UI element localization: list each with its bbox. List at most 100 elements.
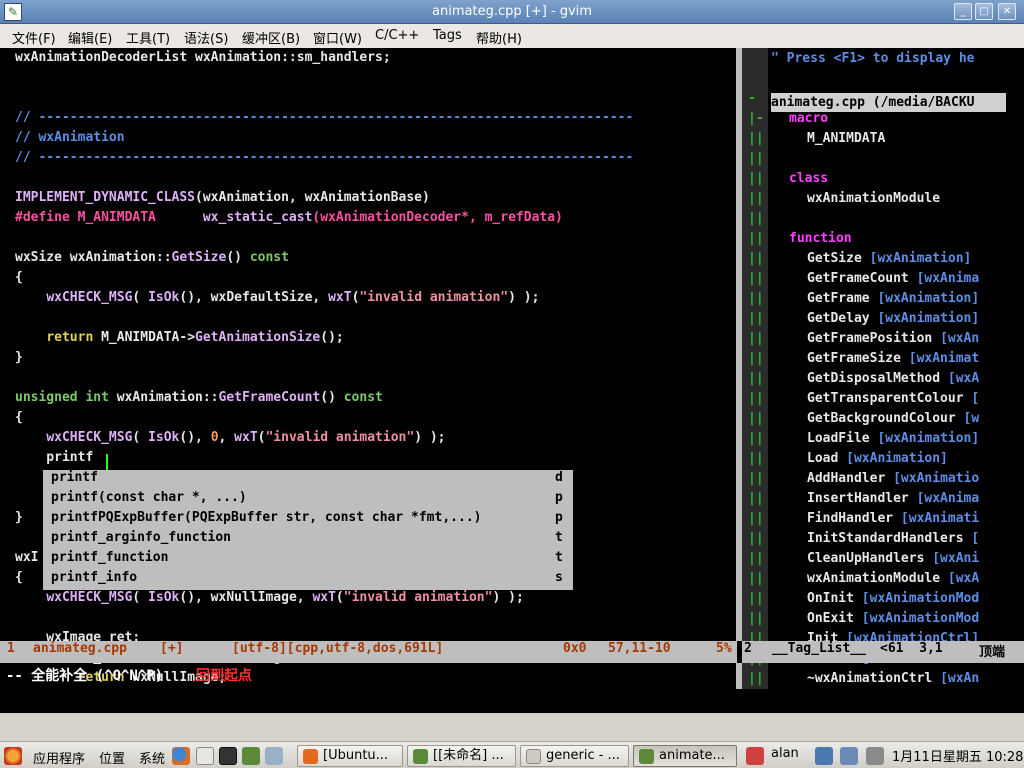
completion-item[interactable]: printf_function bbox=[51, 550, 168, 570]
code-line[interactable]: // -------------------------------------… bbox=[15, 150, 633, 170]
menu-tags[interactable]: Tags bbox=[433, 28, 462, 43]
menu-window[interactable]: 窗口(W) bbox=[313, 28, 362, 47]
fold-marker: || bbox=[748, 451, 764, 466]
taglist-item[interactable]: FindHandler [wxAnimati bbox=[807, 511, 979, 531]
code-token: ( bbox=[132, 430, 149, 445]
completion-item[interactable]: printf_info bbox=[51, 570, 137, 590]
taglist-item[interactable]: M_ANIMDATA bbox=[807, 131, 885, 151]
fold-marker: || bbox=[748, 371, 764, 386]
taglist-item[interactable]: OnInit [wxAnimationMod bbox=[807, 591, 979, 611]
taglist-item[interactable]: CleanUpHandlers [wxAni bbox=[807, 551, 979, 571]
taglist-item-scope: [wxAnimation] bbox=[877, 291, 980, 306]
taglist-item[interactable]: GetFrame [wxAnimation] bbox=[807, 291, 979, 311]
taglist-item[interactable]: wxAnimationModule [wxA bbox=[807, 571, 979, 591]
code-line[interactable]: wxCHECK_MSG( IsOk(), wxNullImage, wxT("i… bbox=[15, 590, 523, 610]
code-line[interactable]: } bbox=[15, 350, 23, 370]
code-line[interactable]: IMPLEMENT_DYNAMIC_CLASS(wxAnimation, wxA… bbox=[15, 190, 430, 210]
user-switcher-icon[interactable] bbox=[746, 747, 764, 765]
code-line[interactable]: // -------------------------------------… bbox=[15, 110, 633, 130]
menu-cpp[interactable]: C/C++ bbox=[375, 28, 419, 43]
command-line[interactable]: -- 全能补全 (^O^N^P) 回到起点 bbox=[0, 663, 1024, 685]
bottom-panel: 应用程序 位置 系统 [Ubuntu... [[未命名] ... generic… bbox=[0, 741, 1024, 768]
system-menu[interactable]: 系统 bbox=[139, 748, 165, 767]
code-line[interactable]: wxSize wxAnimation::GetSize() const bbox=[15, 250, 289, 270]
taglist-item[interactable]: OnExit [wxAnimationMod bbox=[807, 611, 979, 631]
scroll-percent: 5% bbox=[716, 641, 732, 656]
task-generic[interactable]: generic - ... bbox=[520, 745, 629, 767]
editor-area[interactable]: wxAnimationDecoderList wxAnimation::sm_h… bbox=[0, 48, 1024, 713]
applications-menu[interactable]: 应用程序 bbox=[33, 748, 85, 767]
app-launcher-icon[interactable] bbox=[265, 747, 283, 765]
terminal-icon[interactable] bbox=[219, 747, 237, 765]
taglist-item[interactable]: InsertHandler [wxAnima bbox=[807, 491, 979, 511]
mail-icon[interactable] bbox=[196, 747, 214, 765]
taglist-item[interactable]: AddHandler [wxAnimatio bbox=[807, 471, 979, 491]
taglist-item[interactable]: Load [wxAnimation] bbox=[807, 451, 948, 471]
taglist-item[interactable]: GetDelay [wxAnimation] bbox=[807, 311, 979, 331]
taglist-window-number: 2 bbox=[744, 641, 752, 656]
taglist-item[interactable]: GetBackgroundColour [w bbox=[807, 411, 979, 431]
task-ubuntu[interactable]: [Ubuntu... bbox=[297, 745, 403, 767]
menu-syntax[interactable]: 语法(S) bbox=[184, 28, 228, 47]
menu-file[interactable]: 文件(F) bbox=[12, 28, 56, 47]
taglist-item[interactable]: GetDisposalMethod [wxA bbox=[807, 371, 979, 391]
taglist-group-header[interactable]: function bbox=[789, 231, 852, 251]
menu-edit[interactable]: 编辑(E) bbox=[68, 28, 112, 47]
code-line[interactable]: { bbox=[15, 410, 23, 430]
completion-item[interactable]: printf bbox=[51, 470, 98, 490]
code-line[interactable]: } bbox=[15, 510, 23, 530]
code-token: () bbox=[320, 390, 344, 405]
close-button[interactable]: ✕ bbox=[998, 3, 1016, 20]
places-menu[interactable]: 位置 bbox=[99, 748, 125, 767]
task-untitled[interactable]: [[未命名] ... bbox=[407, 745, 516, 767]
ubuntu-logo-icon[interactable] bbox=[4, 747, 22, 765]
taglist-item-name: wxAnimationModule bbox=[807, 191, 941, 206]
firefox-icon[interactable] bbox=[172, 747, 190, 765]
taglist-item[interactable]: GetFramePosition [wxAn bbox=[807, 331, 979, 351]
menu-tools[interactable]: 工具(T) bbox=[126, 28, 170, 47]
completion-item[interactable]: printf(const char *, ...) bbox=[51, 490, 247, 510]
gvim-launcher-icon[interactable] bbox=[242, 747, 260, 765]
code-token: const bbox=[343, 390, 383, 405]
taglist-item[interactable]: GetSize [wxAnimation] bbox=[807, 251, 971, 271]
completion-item[interactable]: printf_arginfo_function bbox=[51, 530, 231, 550]
code-line[interactable]: return M_ANIMDATA->GetAnimationSize(); bbox=[15, 330, 343, 350]
code-line[interactable]: { bbox=[15, 270, 23, 290]
taglist-item[interactable]: InitStandardHandlers [ bbox=[807, 531, 979, 551]
completion-item[interactable]: printfPQExpBuffer(PQExpBuffer str, const… bbox=[51, 510, 481, 530]
taglist-group-header[interactable]: class bbox=[789, 171, 828, 191]
task-animate[interactable]: animate... bbox=[633, 745, 737, 767]
code-line[interactable]: wxI bbox=[15, 550, 38, 570]
code-token: // wxAnimation bbox=[15, 130, 125, 145]
clock[interactable]: 1月11日星期五 10:28 bbox=[892, 746, 1023, 765]
taglist-item[interactable]: LoadFile [wxAnimation] bbox=[807, 431, 979, 451]
minimize-button[interactable]: _ bbox=[954, 3, 972, 20]
network-icon[interactable] bbox=[815, 747, 833, 765]
taglist-item[interactable]: wxAnimationModule bbox=[807, 191, 940, 211]
code-line[interactable]: printf bbox=[15, 450, 93, 470]
code-line[interactable]: wxAnimationDecoderList wxAnimation::sm_h… bbox=[15, 50, 391, 70]
network-manager-icon[interactable] bbox=[840, 747, 858, 765]
code-line[interactable]: // wxAnimation bbox=[15, 130, 125, 150]
taglist-pane[interactable]: " Press <F1> to display he macro M_ANIMDA… bbox=[768, 48, 1024, 689]
code-line[interactable]: unsigned int wxAnimation::GetFrameCount(… bbox=[15, 390, 383, 410]
taglist-group-header[interactable]: macro bbox=[789, 111, 828, 131]
taglist-item[interactable]: GetTransparentColour [ bbox=[807, 391, 979, 411]
code-line[interactable]: #define M_ANIMDATA wx_static_cast(wxAnim… bbox=[15, 210, 563, 230]
completion-item-kind: s bbox=[555, 570, 563, 585]
menu-help[interactable]: 帮助(H) bbox=[476, 28, 522, 47]
status-separator bbox=[737, 641, 742, 663]
code-line[interactable]: { bbox=[15, 570, 23, 590]
code-line[interactable]: wxCHECK_MSG( IsOk(), 0, wxT("invalid ani… bbox=[15, 430, 445, 450]
taglist-item[interactable]: GetFrameCount [wxAnima bbox=[807, 271, 979, 291]
taglist-file-entry[interactable]: animateg.cpp (/media/BACKU bbox=[771, 93, 1006, 112]
completion-popup[interactable]: printf d printf(const char *, ...) p printfP… bbox=[43, 470, 573, 590]
code-line[interactable]: wxCHECK_MSG( IsOk(), wxDefaultSize, wxT(… bbox=[15, 290, 539, 310]
user-name[interactable]: alan bbox=[771, 746, 799, 761]
menu-buffers[interactable]: 缓冲区(B) bbox=[242, 28, 300, 47]
taglist-item[interactable]: GetFrameSize [wxAnimat bbox=[807, 351, 979, 371]
volume-icon[interactable] bbox=[866, 747, 884, 765]
task-untitled-label: [[未命名] ... bbox=[433, 748, 504, 763]
fold-marker: || bbox=[748, 171, 764, 186]
maximize-button[interactable]: □ bbox=[975, 3, 993, 20]
